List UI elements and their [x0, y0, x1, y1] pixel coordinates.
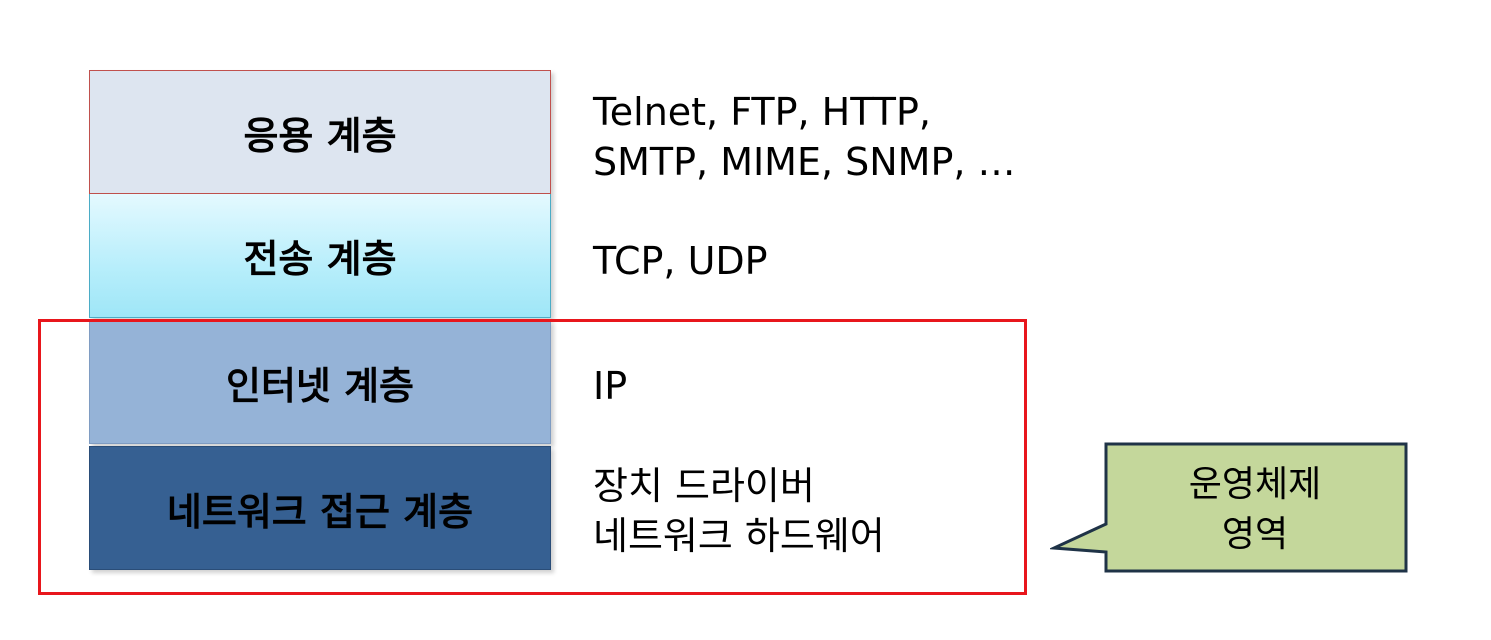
callout-line-1: 운영체제	[1188, 464, 1322, 505]
os-region-callout-text: 운영체제 영역	[1106, 460, 1404, 560]
callout-line-2: 영역	[1221, 514, 1289, 555]
tcp-ip-layer-diagram: 응용 계층 전송 계층 인터넷 계층 네트워크 접근 계층 Telnet, FT…	[0, 0, 1491, 640]
layer-application: 응용 계층	[89, 70, 551, 194]
os-region-frame	[38, 319, 1027, 595]
application-protocols-line-2: SMTP, MIME, SNMP, …	[593, 140, 1016, 184]
application-protocols-line-1: Telnet, FTP, HTTP,	[593, 90, 932, 134]
layer-application-label: 응용 계층	[243, 113, 397, 158]
layer-transport-label: 전송 계층	[243, 237, 397, 281]
application-protocols: Telnet, FTP, HTTP, SMTP, MIME, SNMP, …	[593, 87, 1016, 187]
layer-transport: 전송 계층	[89, 194, 551, 318]
transport-protocols-line-1: TCP, UDP	[593, 239, 768, 283]
transport-protocols: TCP, UDP	[593, 236, 768, 286]
